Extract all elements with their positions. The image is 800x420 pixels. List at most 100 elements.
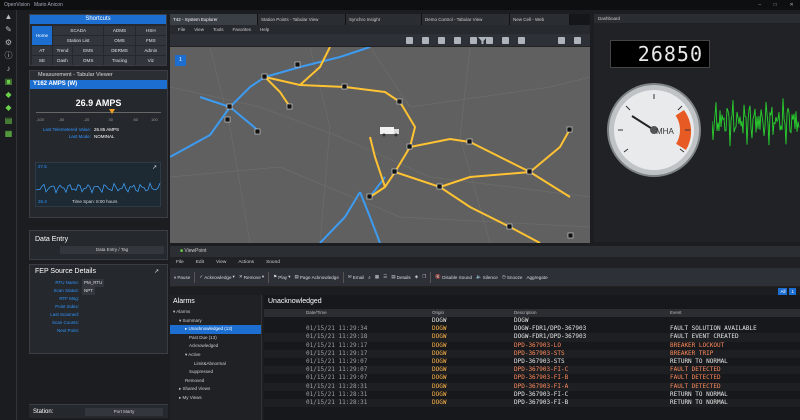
table-row[interactable]: 01/15/21 11:29:07 DOGW DPD-367903-STS RETUR…: [264, 358, 800, 366]
email-button[interactable]: ✉ Email: [348, 274, 364, 280]
bookmark-icon[interactable]: ▦: [0, 127, 17, 140]
col-header-datetime[interactable]: Date/Time: [306, 309, 432, 317]
shortcut-admin[interactable]: Admin: [135, 46, 166, 55]
grid-button[interactable]: ▦: [375, 274, 379, 280]
col-header[interactable]: [292, 309, 306, 317]
table-row[interactable]: 01/15/21 11:29:07 DOGW DPD-367903-FI-B FAUL…: [264, 374, 800, 382]
remove-button[interactable]: ✕ Remove ▾: [239, 274, 264, 280]
menu-view[interactable]: View: [194, 25, 204, 34]
table-row[interactable]: 01/15/21 11:29:18 DOGW DOGW-FDR1/DPD-36790…: [264, 333, 800, 342]
bell-icon[interactable]: ♪: [0, 62, 17, 75]
origin-filter[interactable]: DOGW: [432, 317, 514, 325]
menu-tools[interactable]: Tools: [213, 25, 224, 34]
shortcut-derms[interactable]: DERMS: [104, 46, 135, 55]
tree-item-unacknowledged[interactable]: ▸ Unacknowledged (13): [170, 325, 261, 334]
tag-button[interactable]: ◈: [415, 274, 419, 280]
col-header-description[interactable]: Description: [514, 309, 670, 317]
shortcut-adms[interactable]: ADMS: [104, 26, 135, 35]
tree-item-removed[interactable]: Removed: [170, 377, 261, 386]
gear-icon[interactable]: ⚙: [0, 36, 17, 49]
plugin-icon[interactable]: ▤: [0, 114, 17, 127]
menu-actions[interactable]: Actions: [238, 257, 254, 268]
network-map[interactable]: [170, 47, 590, 243]
col-header-event[interactable]: Event: [670, 309, 800, 317]
home-button[interactable]: Home: [32, 26, 52, 45]
station-select[interactable]: Port Marty: [85, 408, 163, 416]
minimize-icon[interactable]: –: [758, 0, 761, 10]
acknowledge-button[interactable]: ✓ Acknowledge ▾: [199, 274, 235, 280]
menu-help[interactable]: Help: [260, 25, 269, 34]
tree-item-alarms[interactable]: ▾ Alarms: [170, 308, 261, 317]
tree-item-acknowledged[interactable]: Acknowledged: [170, 342, 261, 351]
table-row[interactable]: 01/15/21 11:29:34 DOGW DOGW-FDR1/DPD-36790…: [264, 325, 800, 333]
shortcut-hsh[interactable]: HSH: [135, 26, 166, 35]
tab-synchro-insight[interactable]: Synchro Insight: [346, 14, 422, 25]
tree-item-my-views[interactable]: ▸ My Views: [170, 394, 261, 403]
menu-file[interactable]: File: [176, 257, 184, 268]
tab-new-cell[interactable]: New Cell - Web: [510, 14, 570, 25]
data-entry-tag-button[interactable]: Data Entry / Tag: [60, 246, 164, 254]
monitor-icon[interactable]: ▣: [0, 75, 17, 88]
page-acknowledge-button[interactable]: ▤ Page Acknowledge: [295, 274, 339, 280]
row-cell: [264, 342, 278, 350]
menu-view[interactable]: View: [216, 257, 226, 268]
menu-sound[interactable]: Sound: [266, 257, 280, 268]
map-view[interactable]: 1: [170, 47, 590, 243]
menu-file[interactable]: File: [178, 25, 185, 34]
shortcut-fms[interactable]: FMS: [135, 36, 166, 45]
shortcut-oms[interactable]: OMS: [104, 36, 135, 45]
details-button[interactable]: ▤ Details: [391, 274, 410, 280]
shortcut-viz[interactable]: Viz: [135, 56, 166, 65]
table-row[interactable]: 01/15/21 11:28:31 DOGW DPD-367903-FI-A FAUL…: [264, 382, 800, 391]
tree-item-summary[interactable]: ▾ Summary: [170, 317, 261, 326]
silence-button[interactable]: 🔈 Silence: [476, 274, 498, 280]
search-button[interactable]: ⌕: [368, 275, 371, 280]
shortcut-at[interactable]: AT: [32, 46, 52, 55]
info-icon[interactable]: ⓘ: [0, 49, 17, 62]
shortcut-station-list[interactable]: Station List: [53, 36, 104, 45]
table-row[interactable]: 01/15/21 11:29:17 DOGW DPD-367903-STS BREAK…: [264, 349, 800, 358]
shortcut-dash[interactable]: Dash: [53, 56, 72, 65]
point-name-bar[interactable]: Y162 AMPS (W): [30, 80, 167, 89]
shortcut-se[interactable]: SE: [32, 56, 52, 65]
shortcut-ems[interactable]: EMS: [73, 46, 104, 55]
aggregate-button[interactable]: Aggregate: [526, 275, 547, 280]
wrench-icon[interactable]: ✎: [0, 23, 17, 36]
pause-button[interactable]: ⏸ Pause: [174, 275, 190, 280]
list-button[interactable]: ☰: [383, 274, 387, 280]
shortcut-oms-2[interactable]: OMS: [73, 56, 104, 65]
tree-item-active[interactable]: ▾ Active: [170, 351, 261, 360]
menu-favorites[interactable]: Favorites: [232, 25, 251, 34]
tag-icon[interactable]: ◆: [0, 88, 17, 101]
shortcut-trend[interactable]: Trend: [53, 46, 72, 55]
expand-icon[interactable]: ↗: [152, 164, 157, 171]
shortcut-tracing[interactable]: Tracing: [104, 56, 135, 65]
up-arrow-icon[interactable]: ▲: [0, 10, 17, 23]
close-icon[interactable]: ✕: [789, 0, 793, 10]
tree-item-suppressed[interactable]: Suppressed: [170, 368, 261, 377]
tab-demo-control[interactable]: Demo Control - Tabular View: [422, 14, 510, 25]
col-header[interactable]: [278, 309, 292, 317]
menu-edit[interactable]: Edit: [196, 257, 204, 268]
table-row[interactable]: 01/15/21 11:28:31 DOGW DPD-367903-FI-C RETU…: [264, 391, 800, 399]
snooze-button[interactable]: ◷ Snooze: [502, 274, 523, 280]
col-header-origin[interactable]: Origin: [432, 309, 514, 317]
tree-item-past-due[interactable]: Past Due (13): [170, 334, 261, 343]
col-header[interactable]: [264, 309, 278, 317]
map-marker-badge[interactable]: 1: [175, 55, 186, 66]
maximize-icon[interactable]: □: [774, 0, 777, 10]
tree-item-shared-views[interactable]: ▸ Shared Views: [170, 385, 261, 394]
table-row[interactable]: 01/15/21 11:29:17 DOGW DPD-367903-LO BREAKE…: [264, 342, 800, 350]
play-button[interactable]: ⚑ Play ▾: [273, 274, 290, 280]
table-row[interactable]: 01/15/21 11:29:07 DOGW DPD-367903-FI-C FAUL…: [264, 366, 800, 375]
expand-icon[interactable]: ↗: [154, 268, 159, 275]
shortcut-scada[interactable]: SCADA: [53, 26, 104, 35]
tree-item-limit-abnormal[interactable]: Limit&Abnormal: [170, 360, 261, 369]
disable-sound-button[interactable]: 🔇 Disable Sound: [435, 274, 472, 280]
tag-icon[interactable]: ◆: [0, 101, 17, 114]
tab-station-points[interactable]: Station Points - Tabular View: [258, 14, 346, 25]
tab-system-explorer[interactable]: T42 - System Explorer: [170, 14, 258, 25]
description-filter[interactable]: DOGW: [514, 317, 670, 325]
table-row[interactable]: 01/15/21 11:28:31 DOGW DPD-367903-FI-B RETU…: [264, 398, 800, 408]
copy-button[interactable]: ❐: [422, 274, 426, 280]
